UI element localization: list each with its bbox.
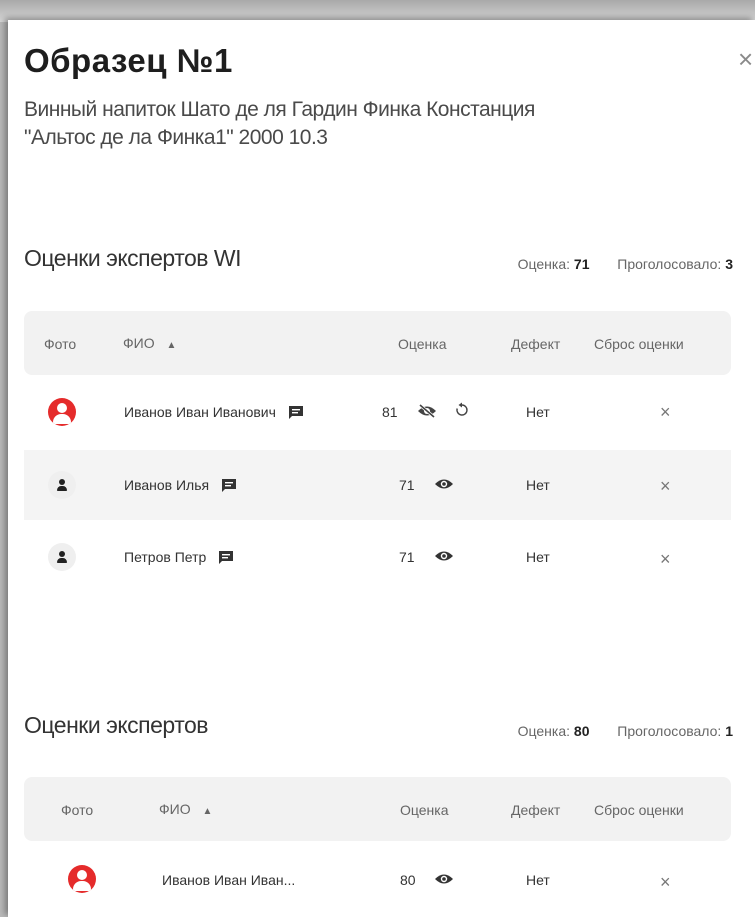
expert-score: 71 [399, 549, 415, 565]
column-photo: Фото [44, 336, 77, 352]
table-row: Иванов Илья 71 Нет × [24, 450, 731, 520]
reset-score-button[interactable]: × [660, 402, 671, 423]
score-value: 71 [573, 256, 590, 272]
close-button[interactable]: × [738, 46, 753, 72]
backdrop [0, 0, 755, 22]
column-name-label: ФИО [123, 335, 155, 351]
score-value: 80 [573, 723, 590, 739]
table-row: Петров Петр 71 Нет × [24, 522, 731, 592]
section-title-wi: Оценки экспертов WI [24, 245, 241, 271]
column-score: Оценка [398, 336, 447, 352]
expert-name-text: Иванов Илья [124, 477, 210, 493]
column-name-sortable[interactable]: ФИО ▲ [123, 335, 177, 351]
reset-score-button[interactable]: × [660, 549, 671, 570]
reset-score-button[interactable]: × [660, 872, 671, 893]
column-defect: Дефект [511, 336, 561, 352]
column-reset: Сброс оценки [594, 802, 684, 818]
sample-title: Образец №1 [24, 42, 233, 79]
defect-value: Нет [526, 872, 550, 888]
comment-icon[interactable] [221, 478, 237, 494]
user-avatar-icon [48, 471, 76, 499]
eye-icon[interactable] [434, 549, 454, 563]
expert-name-text: Петров Петр [124, 549, 207, 565]
reset-score-button[interactable]: × [660, 476, 671, 497]
column-reset: Сброс оценки [594, 336, 684, 352]
column-score: Оценка [400, 802, 449, 818]
expert-name: Иванов Иван Иван... [162, 872, 296, 888]
expert-name: Иванов Илья [124, 477, 237, 494]
expert-name-text: Иванов Иван Иванович [124, 404, 276, 420]
expert-score: 81 [382, 404, 398, 420]
voted-label: Проголосовало: [617, 723, 722, 739]
sort-icon: ▲ [166, 340, 177, 351]
sample-description: Винный напиток Шато де ля Гардин Финка К… [24, 98, 535, 149]
expert-score: 80 [400, 872, 416, 888]
score-label: Оценка: [517, 723, 571, 739]
eye-icon[interactable] [434, 872, 454, 886]
score-label: Оценка: [517, 256, 571, 272]
user-avatar-icon [48, 398, 76, 426]
expert-name: Иванов Иван Иванович [124, 404, 304, 421]
comment-icon[interactable] [218, 550, 234, 566]
table-header: Фото ФИО ▲ Оценка Дефект Сброс оценки [24, 777, 731, 841]
voted-label: Проголосовало: [617, 256, 722, 272]
column-name-sortable[interactable]: ФИО ▲ [159, 801, 212, 817]
column-name-label: ФИО [159, 801, 191, 817]
section-title-experts: Оценки экспертов [24, 712, 208, 738]
refresh-icon[interactable] [454, 402, 470, 418]
expert-score: 71 [399, 477, 415, 493]
eye-icon[interactable] [434, 477, 454, 491]
sort-icon: ▲ [202, 806, 213, 817]
user-avatar-icon [68, 865, 96, 893]
column-photo: Фото [61, 802, 94, 818]
eye-off-icon[interactable] [417, 403, 437, 419]
column-defect: Дефект [511, 802, 561, 818]
defect-value: Нет [526, 549, 550, 565]
voted-value: 1 [725, 723, 733, 739]
defect-value: Нет [526, 477, 550, 493]
user-avatar-icon [48, 543, 76, 571]
table-row: Иванов Иван Иван... 80 Нет × [24, 846, 731, 916]
comment-icon[interactable] [288, 405, 304, 421]
section-summary-wi: Оценка: 71 Проголосовало: 3 [518, 256, 733, 272]
table-header: Фото ФИО ▲ Оценка Дефект Сброс оценки [24, 311, 731, 375]
sample-modal: × Образец №1 Винный напиток Шато де ля Г… [8, 20, 755, 917]
defect-value: Нет [526, 404, 550, 420]
expert-name: Петров Петр [124, 549, 234, 566]
section-summary-experts: Оценка: 80 Проголосовало: 1 [518, 723, 733, 739]
voted-value: 3 [725, 256, 733, 272]
table-row: Иванов Иван Иванович 81 Нет × [24, 378, 731, 448]
